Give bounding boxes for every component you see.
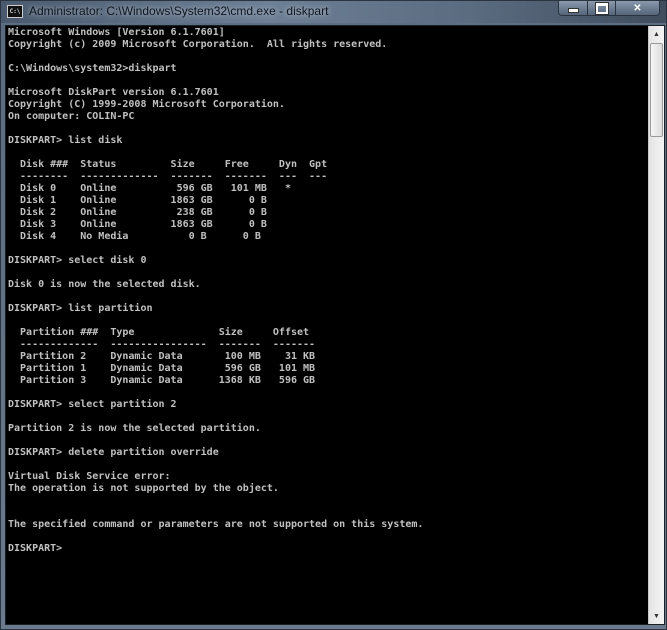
arrow-down-icon: ▼: [653, 612, 660, 620]
console-line: Partition ### Type Size Offset: [8, 327, 310, 338]
minimize-icon: [567, 8, 579, 13]
console-line: Disk 4 No Media 0 B 0 B: [8, 231, 261, 242]
console-line: -------- ------------- ------- ------- -…: [8, 171, 328, 182]
console-line: DISKPART> select disk 0: [8, 255, 147, 266]
console-line: Partition 2 Dynamic Data 100 MB 31 KB: [8, 351, 316, 362]
console-line: ------------- ---------------- ------- -…: [8, 339, 316, 350]
console-line: Microsoft DiskPart version 6.1.7601: [8, 87, 219, 98]
close-icon: ✕: [633, 2, 642, 14]
maximize-icon: [594, 1, 609, 15]
console-line: DISKPART> list partition: [8, 303, 153, 314]
console-line: On computer: COLIN-PC: [8, 111, 135, 122]
console-line: Virtual Disk Service error:: [8, 471, 171, 482]
vertical-scrollbar[interactable]: ▲ ▼: [648, 26, 664, 624]
console-line: Disk 0 Online 596 GB 101 MB *: [8, 183, 291, 194]
console-line: Disk ### Status Size Free Dyn Gpt: [8, 159, 328, 170]
window-title: Administrator: C:\Windows\System32\cmd.e…: [29, 4, 329, 18]
console-text: Microsoft Windows [Version 6.1.7601] Cop…: [7, 27, 647, 555]
console-line: The operation is not supported by the ob…: [8, 483, 279, 494]
close-button[interactable]: ✕: [615, 1, 659, 15]
console-line: Partition 3 Dynamic Data 1368 KB 596 GB: [8, 375, 316, 386]
console-line: Microsoft Windows [Version 6.1.7601]: [8, 27, 225, 38]
scrollbar-thumb[interactable]: [650, 43, 663, 137]
scroll-down-button[interactable]: ▼: [649, 608, 664, 624]
console-line: C:\Windows\system32>diskpart: [8, 63, 177, 74]
title-bar[interactable]: C:\ Administrator: C:\Windows\System32\c…: [1, 1, 666, 23]
console-output[interactable]: Microsoft Windows [Version 6.1.7601] Cop…: [7, 27, 647, 623]
maximize-button[interactable]: [587, 1, 615, 15]
console-line: Disk 1 Online 1863 GB 0 B: [8, 195, 267, 206]
cmd-window: C:\ Administrator: C:\Windows\System32\c…: [0, 0, 667, 630]
console-line: DISKPART> list disk: [8, 135, 123, 146]
console-line: DISKPART> delete partition override: [8, 447, 219, 458]
console-line: DISKPART>: [8, 543, 69, 554]
scroll-up-button[interactable]: ▲: [649, 26, 664, 42]
arrow-up-icon: ▲: [653, 30, 660, 38]
console-line: Disk 3 Online 1863 GB 0 B: [8, 219, 267, 230]
console-line: Disk 2 Online 238 GB 0 B: [8, 207, 267, 218]
caption-buttons: ✕: [558, 1, 660, 16]
console-line: DISKPART> select partition 2: [8, 399, 177, 410]
cmd-app-icon[interactable]: C:\: [7, 5, 23, 18]
console-line: The specified command or parameters are …: [8, 519, 424, 530]
console-area[interactable]: Microsoft Windows [Version 6.1.7601] Cop…: [5, 25, 665, 625]
console-line: Copyright (C) 1999-2008 Microsoft Corpor…: [8, 99, 285, 110]
console-line: Copyright (c) 2009 Microsoft Corporation…: [8, 39, 388, 50]
minimize-button[interactable]: [559, 1, 587, 15]
console-line: Disk 0 is now the selected disk.: [8, 279, 201, 290]
console-line: Partition 1 Dynamic Data 596 GB 101 MB: [8, 363, 316, 374]
console-line: Partition 2 is now the selected partitio…: [8, 423, 261, 434]
